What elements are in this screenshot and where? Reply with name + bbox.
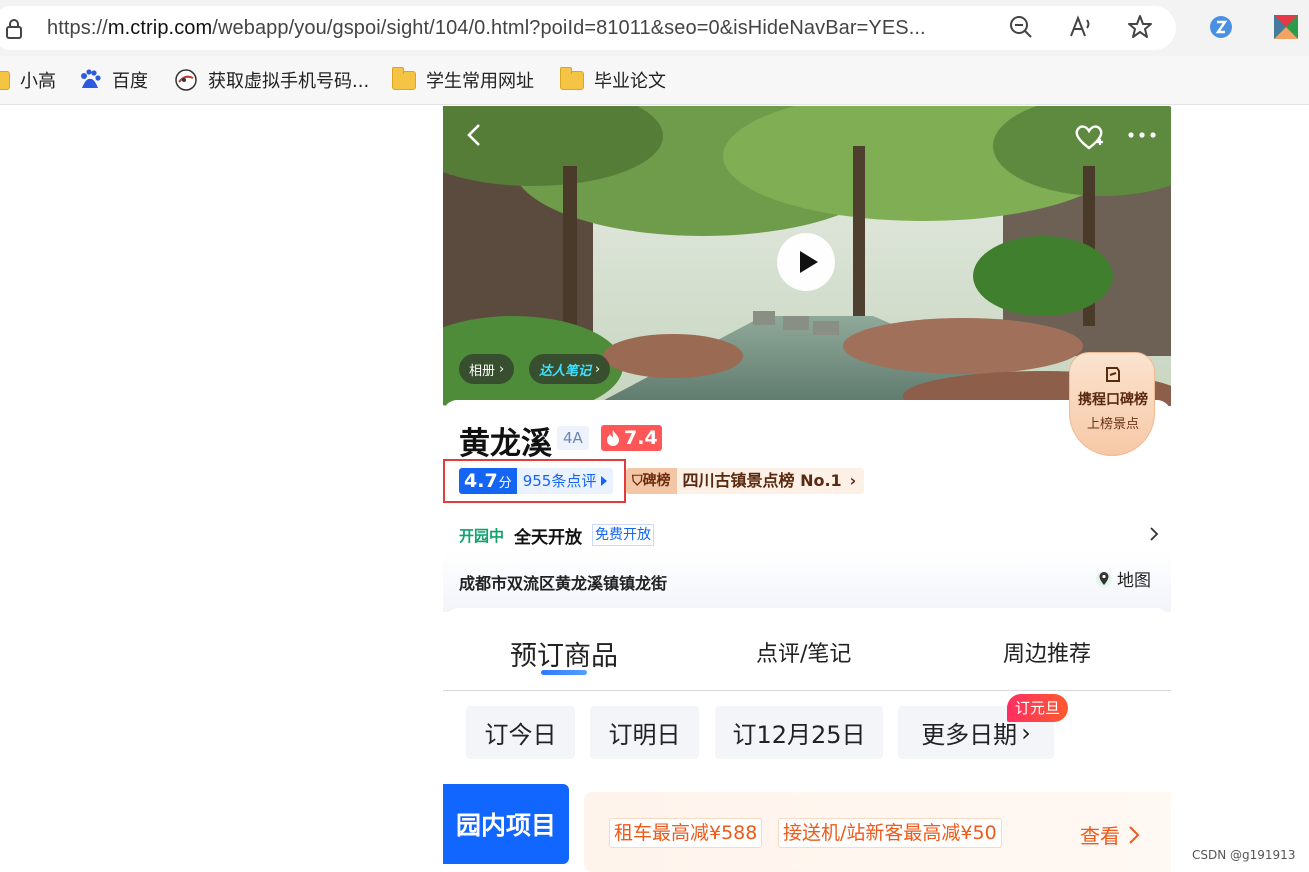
back-icon[interactable] [463, 122, 485, 148]
baidu-icon [81, 69, 101, 88]
map-button[interactable]: 地图 [1095, 566, 1151, 591]
deals-box[interactable]: 租车最高减¥588 接送机/站新客最高减¥50 查看 [584, 792, 1171, 872]
open-status: 开园中 [459, 526, 505, 545]
favorite-star-icon[interactable] [1127, 14, 1153, 40]
open-hours: 全天开放 [514, 527, 583, 548]
rank-list-link[interactable]: ⛉碑榜 四川古镇景点榜 No.1 › [626, 468, 865, 494]
annotation-highlight-box [443, 459, 626, 503]
tab-reviews-notes[interactable]: 点评/笔记 [756, 636, 851, 668]
car-rental-deal[interactable]: 租车最高减¥588 [609, 818, 763, 848]
rank-tag: ⛉碑榜 [626, 468, 677, 494]
bookmarks-bar: 小高 百度 获取虚拟手机号码... 学生常用网址 毕业论文 [0, 56, 1309, 105]
book-tomorrow-button[interactable]: 订明日 [590, 706, 699, 759]
browser-toolbar: https://m.ctrip.com/webapp/you/gspoi/sig… [0, 0, 1309, 56]
view-deals-link[interactable]: 查看 [1080, 820, 1140, 849]
bookmark-virtual-phone[interactable]: 获取虚拟手机号码... [174, 67, 369, 93]
chevron-right-icon: › [499, 361, 505, 377]
book-today-button[interactable]: 订今日 [466, 706, 575, 759]
chevron-right-icon [1129, 825, 1140, 844]
album-button[interactable]: 相册 › [459, 354, 515, 384]
hero-image[interactable]: 相册 › 达人笔记 › [443, 106, 1171, 406]
expert-notes-button[interactable]: 达人笔记 › [529, 354, 611, 384]
level-badge: 4A [557, 426, 589, 450]
tab-nearby[interactable]: 周边推荐 [1003, 636, 1091, 668]
lock-icon[interactable] [4, 18, 24, 40]
active-tab-indicator [541, 670, 587, 675]
bookmark-baidu[interactable]: 百度 [78, 67, 148, 93]
content-tabs: 预订商品 点评/笔记 周边推荐 [443, 608, 1171, 691]
park-items-button[interactable]: 园内项目 [443, 784, 569, 864]
bookmark-xiaogao[interactable]: 小高 [0, 67, 56, 93]
folder-icon [0, 70, 10, 90]
chevron-right-icon: › [595, 361, 601, 377]
airport-transfer-deal[interactable]: 接送机/站新客最高减¥50 [778, 818, 1002, 848]
url-text[interactable]: https://m.ctrip.com/webapp/you/gspoi/sig… [47, 17, 926, 40]
chevron-right-icon: › [1021, 718, 1031, 747]
play-video-button[interactable] [777, 233, 835, 291]
folder-icon [560, 66, 584, 90]
address-text: 成都市双流区黄龙溪镇镇龙街 [459, 574, 668, 593]
poi-title: 黄龙溪 [459, 426, 552, 462]
map-pin-icon [1096, 570, 1112, 587]
heat-badge: 7.4 [601, 425, 662, 451]
poi-info-card: 黄龙溪 4A 7.4 携程口碑榜 上榜景点 4.7 分 955条点评 ⛉碑榜 四川… [443, 352, 1171, 620]
address-bar[interactable]: https://m.ctrip.com/webapp/you/gspoi/sig… [0, 6, 1176, 50]
ctrip-rank-badge[interactable]: 携程口碑榜 上榜景点 [1069, 352, 1155, 456]
bookmark-student-sites[interactable]: 学生常用网址 [392, 66, 534, 93]
ctrip-poi-page: 相册 › 达人笔记 › 黄龙溪 4A 7.4 携程口碑榜 上榜景点 4.7 分 955… [443, 106, 1171, 872]
csdn-watermark: CSDN @g191913 [1192, 848, 1296, 862]
tab-booking[interactable]: 预订商品 [510, 634, 618, 673]
favorite-heart-icon[interactable] [1073, 122, 1105, 152]
more-icon[interactable] [1125, 122, 1159, 148]
free-entry-tag: 免费开放 [592, 524, 655, 546]
folder-icon [392, 66, 416, 90]
reputation-badge-icon [1106, 367, 1120, 382]
address-row[interactable]: 成都市双流区黄龙溪镇镇龙街 地图 [443, 552, 1171, 612]
site-icon [175, 69, 197, 91]
shield-icon: ⛉ [632, 473, 643, 489]
read-aloud-icon[interactable] [1068, 14, 1094, 40]
bookmark-thesis[interactable]: 毕业论文 [560, 66, 666, 93]
zoom-out-icon[interactable] [1008, 14, 1034, 40]
chevron-right-icon [1150, 527, 1159, 541]
flame-icon [607, 430, 619, 446]
extension-icon[interactable] [1208, 14, 1234, 40]
extension-icon-2[interactable] [1273, 14, 1299, 40]
opening-hours-row[interactable]: 开园中 全天开放 免费开放 [459, 520, 1159, 550]
new-year-promo-tag: 订元旦 [1007, 694, 1069, 722]
chevron-right-icon: › [849, 471, 857, 490]
book-dec25-button[interactable]: 订12月25日 [715, 706, 883, 759]
